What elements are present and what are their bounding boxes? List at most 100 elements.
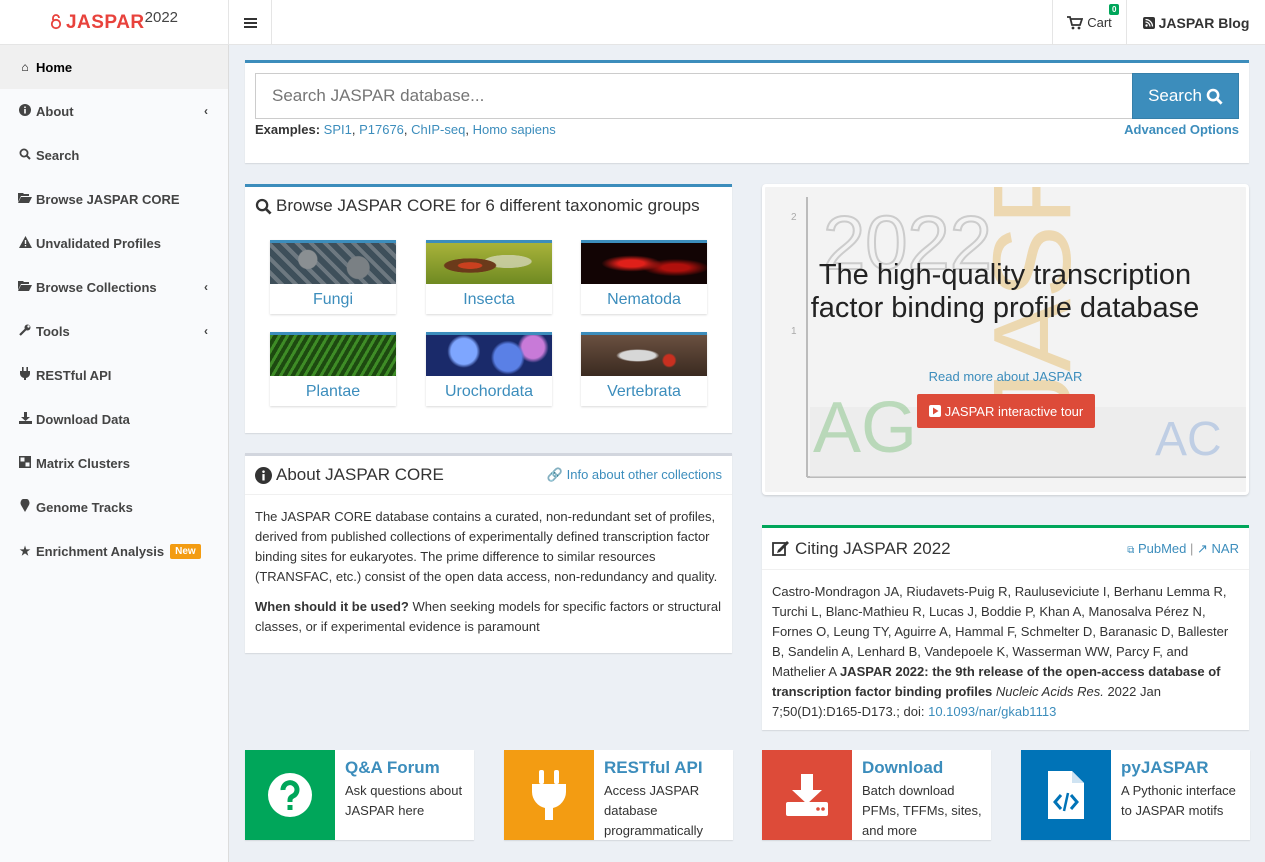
logo[interactable]: JASPAR 2022 bbox=[0, 0, 229, 45]
citing-header: Citing JASPAR 2022 ⧉ PubMed | ↗ NAR bbox=[762, 528, 1249, 570]
search-button-label: Search bbox=[1148, 86, 1202, 105]
taxon-card-plantae[interactable]: Plantae bbox=[270, 332, 396, 406]
search-input[interactable] bbox=[255, 73, 1133, 119]
read-more-link[interactable]: Read more about JASPAR bbox=[765, 369, 1246, 384]
sidebar-item-label: Browse JASPAR CORE bbox=[36, 191, 180, 207]
folder-open-icon bbox=[17, 280, 33, 294]
doi-link[interactable]: 10.1093/nar/gkab1113 bbox=[928, 704, 1056, 719]
home-icon: ⌂ bbox=[21, 60, 29, 74]
sidebar-item-enrichment[interactable]: ★ Enrichment Analysis New bbox=[0, 529, 228, 573]
citing-title-wrap: Citing JASPAR 2022 bbox=[772, 539, 951, 559]
search-button[interactable]: Search bbox=[1132, 73, 1239, 119]
sidebar-item-about[interactable]: About ‹ bbox=[0, 89, 228, 133]
svg-text:AG: AG bbox=[813, 388, 917, 468]
sidebar-item-matrix-clusters[interactable]: Matrix Clusters bbox=[0, 441, 228, 485]
download-icon bbox=[17, 411, 33, 427]
sidebar-item-search[interactable]: Search bbox=[0, 133, 228, 177]
sidebar-toggle-button[interactable] bbox=[229, 0, 272, 45]
sidebar-item-unvalidated[interactable]: Unvalidated Profiles bbox=[0, 221, 228, 265]
sidebar-item-browse-collections[interactable]: Browse Collections ‹ bbox=[0, 265, 228, 309]
example-link[interactable]: Homo sapiens bbox=[473, 122, 556, 137]
insecta-image bbox=[426, 240, 552, 284]
vertebrata-image bbox=[581, 332, 707, 376]
search-examples: Examples: SPI1, P17676, ChIP-seq, Homo s… bbox=[255, 122, 556, 137]
nar-label: NAR bbox=[1211, 540, 1239, 556]
restful-api-tile[interactable]: RESTful API Access JASPAR database progr… bbox=[504, 750, 733, 840]
examples-label: Examples: bbox=[255, 122, 321, 137]
plug-icon bbox=[504, 750, 594, 840]
sidebar-item-download[interactable]: Download Data bbox=[0, 397, 228, 441]
urochordata-image bbox=[426, 332, 552, 376]
plantae-image bbox=[270, 332, 396, 376]
sidebar-item-genome-tracks[interactable]: Genome Tracks bbox=[0, 485, 228, 529]
sidebar-item-label: RESTful API bbox=[36, 367, 112, 383]
sidebar-item-label: Browse Collections bbox=[36, 279, 157, 295]
edit-icon bbox=[772, 541, 789, 556]
taxon-card-nematoda[interactable]: Nematoda bbox=[581, 240, 707, 314]
blog-label: JASPAR Blog bbox=[1158, 14, 1250, 31]
hero-title: The high-quality transcription factor bi… bbox=[810, 259, 1200, 324]
cart-icon bbox=[1067, 15, 1084, 29]
example-link[interactable]: P17676 bbox=[359, 122, 404, 137]
sidebar-item-label: Download Data bbox=[36, 411, 130, 427]
search-icon bbox=[1206, 88, 1223, 105]
fungi-image bbox=[270, 240, 396, 284]
cubes-icon bbox=[17, 455, 33, 471]
example-link[interactable]: SPI1 bbox=[324, 122, 352, 137]
tile-title: Q&A Forum bbox=[345, 758, 440, 777]
svg-text:AC: AC bbox=[1155, 413, 1222, 466]
taxon-card-vertebrata[interactable]: Vertebrata bbox=[581, 332, 707, 406]
nematoda-image bbox=[581, 240, 707, 284]
link-separator: | bbox=[1190, 540, 1194, 556]
pyjaspar-tile[interactable]: pyJASPAR A Pythonic interface to JASPAR … bbox=[1021, 750, 1250, 840]
search-icon bbox=[255, 198, 272, 215]
citing-links: ⧉ PubMed | ↗ NAR bbox=[1127, 541, 1239, 557]
cart-count-badge: 0 bbox=[1109, 4, 1120, 15]
nar-link[interactable]: ↗ NAR bbox=[1197, 541, 1239, 556]
sidebar-item-label: Unvalidated Profiles bbox=[36, 235, 161, 251]
sidebar-item-label: Matrix Clusters bbox=[36, 455, 130, 471]
play-icon bbox=[928, 405, 941, 417]
taxon-label: Plantae bbox=[305, 383, 361, 400]
sidebar-item-restful-api[interactable]: RESTful API bbox=[0, 353, 228, 397]
hamburger-icon bbox=[243, 17, 257, 28]
taxonomy-header: Browse JASPAR CORE for 6 different taxon… bbox=[245, 187, 732, 225]
about-header: About JASPAR CORE 🔗 Info about other col… bbox=[245, 456, 732, 495]
hero-banner: 2 1 2022 JASPAR AG AC The high-quality t… bbox=[762, 184, 1249, 495]
tile-description: Access JASPAR database programmatically bbox=[604, 783, 703, 838]
star-icon: ★ bbox=[19, 544, 31, 558]
citation-journal: Nucleic Acids Res. bbox=[995, 684, 1104, 699]
wrench-icon bbox=[17, 324, 33, 339]
blog-link[interactable]: JASPAR Blog bbox=[1127, 0, 1265, 45]
advanced-options-link[interactable]: Advanced Options bbox=[1124, 122, 1239, 137]
taxon-card-urochordata[interactable]: Urochordata bbox=[426, 332, 552, 406]
map-marker-icon bbox=[17, 498, 33, 515]
interactive-tour-button[interactable]: JASPAR interactive tour bbox=[917, 394, 1095, 428]
sidebar-item-browse-core[interactable]: Browse JASPAR CORE bbox=[0, 177, 228, 221]
sidebar-item-label: Enrichment Analysis bbox=[36, 543, 165, 559]
citing-panel: Citing JASPAR 2022 ⧉ PubMed | ↗ NAR Cast… bbox=[762, 525, 1249, 730]
citation-body: Castro-Mondragon JA, Riudavets-Puig R, R… bbox=[762, 570, 1249, 722]
sequence-logo-background: 2 1 2022 JASPAR AG AC bbox=[791, 187, 1246, 478]
qa-forum-tile[interactable]: Q&A Forum Ask questions about JASPAR her… bbox=[245, 750, 474, 840]
taxon-card-fungi[interactable]: Fungi bbox=[270, 240, 396, 314]
sidebar-item-tools[interactable]: Tools ‹ bbox=[0, 309, 228, 353]
tile-title: RESTful API bbox=[604, 758, 703, 777]
taxon-card-insecta[interactable]: Insecta bbox=[426, 240, 552, 314]
about-question: When should it be used? bbox=[255, 599, 409, 614]
info-other-collections-link[interactable]: 🔗 Info about other collections bbox=[547, 467, 722, 483]
sidebar-item-label: About bbox=[36, 103, 74, 119]
search-panel: Search Examples: SPI1, P17676, ChIP-seq,… bbox=[245, 60, 1249, 163]
sidebar-item-home[interactable]: ⌂ Home bbox=[0, 45, 228, 89]
download-tile[interactable]: Download Batch download PFMs, TFFMs, sit… bbox=[762, 750, 991, 840]
info-icon bbox=[17, 103, 33, 119]
folder-open-icon bbox=[17, 192, 33, 206]
search-icon bbox=[17, 148, 33, 163]
brand-name: JASPAR bbox=[65, 11, 145, 33]
tile-title: Download bbox=[862, 758, 944, 777]
pubmed-link[interactable]: ⧉ PubMed bbox=[1127, 541, 1186, 556]
example-link[interactable]: ChIP-seq bbox=[411, 122, 465, 137]
taxon-label: Nematoda bbox=[607, 291, 681, 308]
cart-button[interactable]: Cart 0 bbox=[1052, 0, 1127, 45]
citing-title: Citing JASPAR 2022 bbox=[795, 538, 951, 558]
